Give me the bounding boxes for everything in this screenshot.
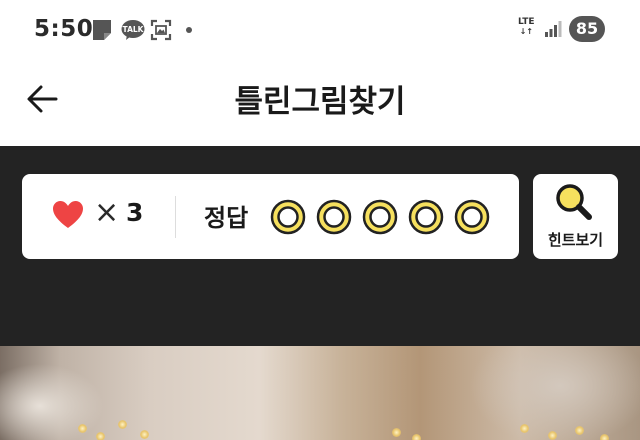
data-arrows-icon: ↓↑: [519, 27, 533, 36]
puzzle-image[interactable]: [0, 346, 640, 440]
answer-slot-icon: [316, 199, 352, 235]
lte-label: LTE: [518, 17, 535, 27]
heart-icon: [53, 201, 83, 228]
bokeh-light: [118, 420, 127, 429]
search-icon: [556, 184, 592, 220]
answer-slot-icon: [408, 199, 444, 235]
divider: [175, 196, 176, 238]
bokeh-light: [96, 432, 105, 440]
answer-label: 정답: [204, 204, 249, 232]
lte-indicator: LTE ↓↑: [518, 17, 535, 37]
bokeh-light: [140, 430, 149, 439]
bokeh-light: [392, 428, 401, 437]
game-status-card: × 3 정답: [22, 174, 519, 259]
screenshot-icon: [150, 19, 172, 41]
dot-icon: [186, 27, 192, 33]
bokeh-light: [412, 434, 421, 440]
status-time: 5:50: [34, 16, 94, 42]
page-title: 틀린그림찾기: [234, 84, 406, 120]
bokeh-light: [520, 424, 529, 433]
hint-button[interactable]: 힌트보기: [533, 174, 618, 259]
battery-indicator: 85: [569, 16, 605, 42]
bokeh-light: [600, 434, 609, 440]
document-icon: [93, 20, 111, 40]
kakaotalk-icon: TALK: [121, 20, 145, 40]
times-icon: ×: [94, 195, 120, 230]
signal-icon: [545, 21, 562, 37]
answer-slot-icon: [270, 199, 306, 235]
hint-label: 힌트보기: [547, 231, 604, 249]
game-panel: × 3 정답 힌트보기: [0, 146, 640, 346]
answer-slot-icon: [362, 199, 398, 235]
talk-icon-text: TALK: [123, 25, 145, 34]
status-bar: 5:50 TALK LTE ↓↑ 85: [0, 0, 640, 58]
app-header: 틀린그림찾기: [0, 58, 640, 146]
bokeh-light: [78, 424, 87, 433]
lives-count: 3: [126, 198, 144, 227]
answer-slot-icon: [454, 199, 490, 235]
bokeh-light: [548, 431, 557, 440]
bokeh-light: [575, 426, 584, 435]
